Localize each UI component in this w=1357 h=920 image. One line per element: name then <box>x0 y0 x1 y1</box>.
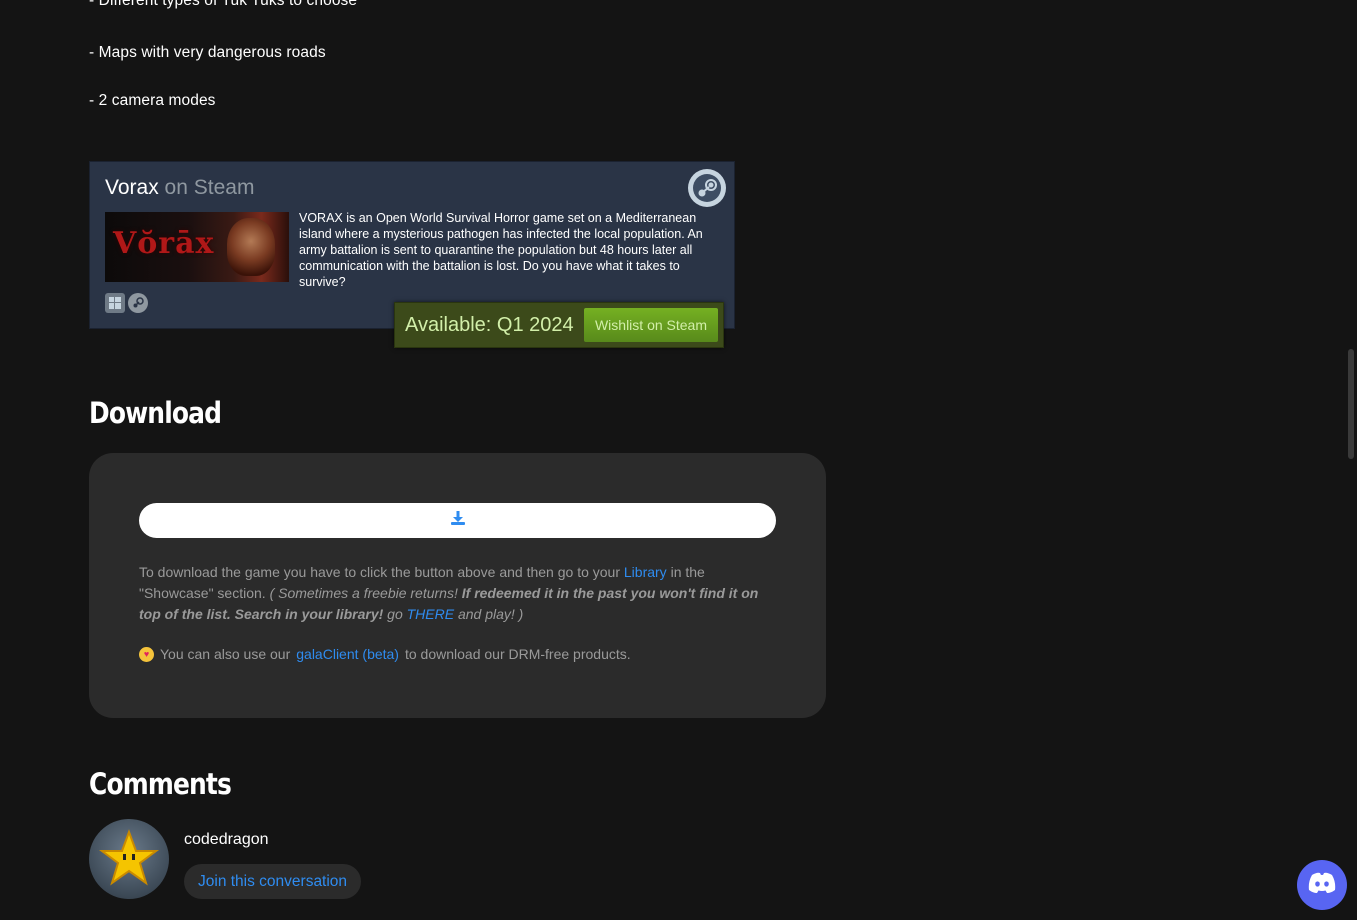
wishlist-button[interactable]: Wishlist on Steam <box>583 308 718 342</box>
steam-logo-icon[interactable] <box>688 169 726 207</box>
comments-heading: Comments <box>89 767 232 801</box>
on-steam-label: on Steam <box>164 176 255 199</box>
discord-button[interactable] <box>1297 860 1347 910</box>
gala-client-note: ♥ You can also use our galaClient (beta)… <box>139 646 631 662</box>
steam-purchase-area: Available: Q1 2024 Wishlist on Steam <box>394 302 724 348</box>
gala-client-link[interactable]: galaClient (beta) <box>296 646 399 662</box>
platform-icons <box>105 293 148 313</box>
game-name[interactable]: Vorax <box>105 176 159 199</box>
go-text: go <box>387 606 403 622</box>
availability-label: Available: Q1 2024 <box>405 313 574 336</box>
gala-text: You can also use our <box>160 646 291 662</box>
download-heading: Download <box>89 396 222 430</box>
freebie-note: ( Sometimes a freebie returns! <box>269 585 458 601</box>
windows-icon <box>105 293 125 313</box>
gala-text: to download our DRM-free products. <box>404 646 631 662</box>
join-conversation-button[interactable]: Join this conversation <box>184 864 362 899</box>
library-link[interactable]: Library <box>624 564 667 580</box>
download-button[interactable] <box>139 503 776 538</box>
download-instructions: To download the game you have to click t… <box>139 562 769 625</box>
comment-username: codedragon <box>184 831 269 848</box>
steam-widget-title[interactable]: Vorax on Steam <box>105 176 254 200</box>
there-link[interactable]: THERE <box>407 606 454 622</box>
avatar[interactable] <box>89 819 169 899</box>
page: - Different types of Tuk Tuks to choose … <box>0 0 1357 920</box>
download-icon <box>450 510 466 531</box>
feature-item: - 2 camera modes <box>89 92 216 109</box>
game-description: VORAX is an Open World Survival Horror g… <box>299 211 703 289</box>
download-panel: To download the game you have to click t… <box>89 453 826 718</box>
feature-item: - Maps with very dangerous roads <box>89 44 326 61</box>
game-capsule-image[interactable]: Vŏrāx <box>105 212 289 282</box>
instructions-text: To download the game you have to click t… <box>139 564 620 580</box>
scrollbar-thumb[interactable] <box>1348 349 1354 459</box>
feature-item: - Different types of Tuk Tuks to choose <box>89 0 358 9</box>
creature-face <box>227 218 275 276</box>
discord-icon <box>1308 872 1336 899</box>
steam-icon <box>128 293 148 313</box>
capsule-logo: Vŏrāx <box>113 226 215 261</box>
heart-eyes-emoji-icon: ♥ <box>139 646 154 662</box>
play-text: and play! ) <box>457 606 524 622</box>
